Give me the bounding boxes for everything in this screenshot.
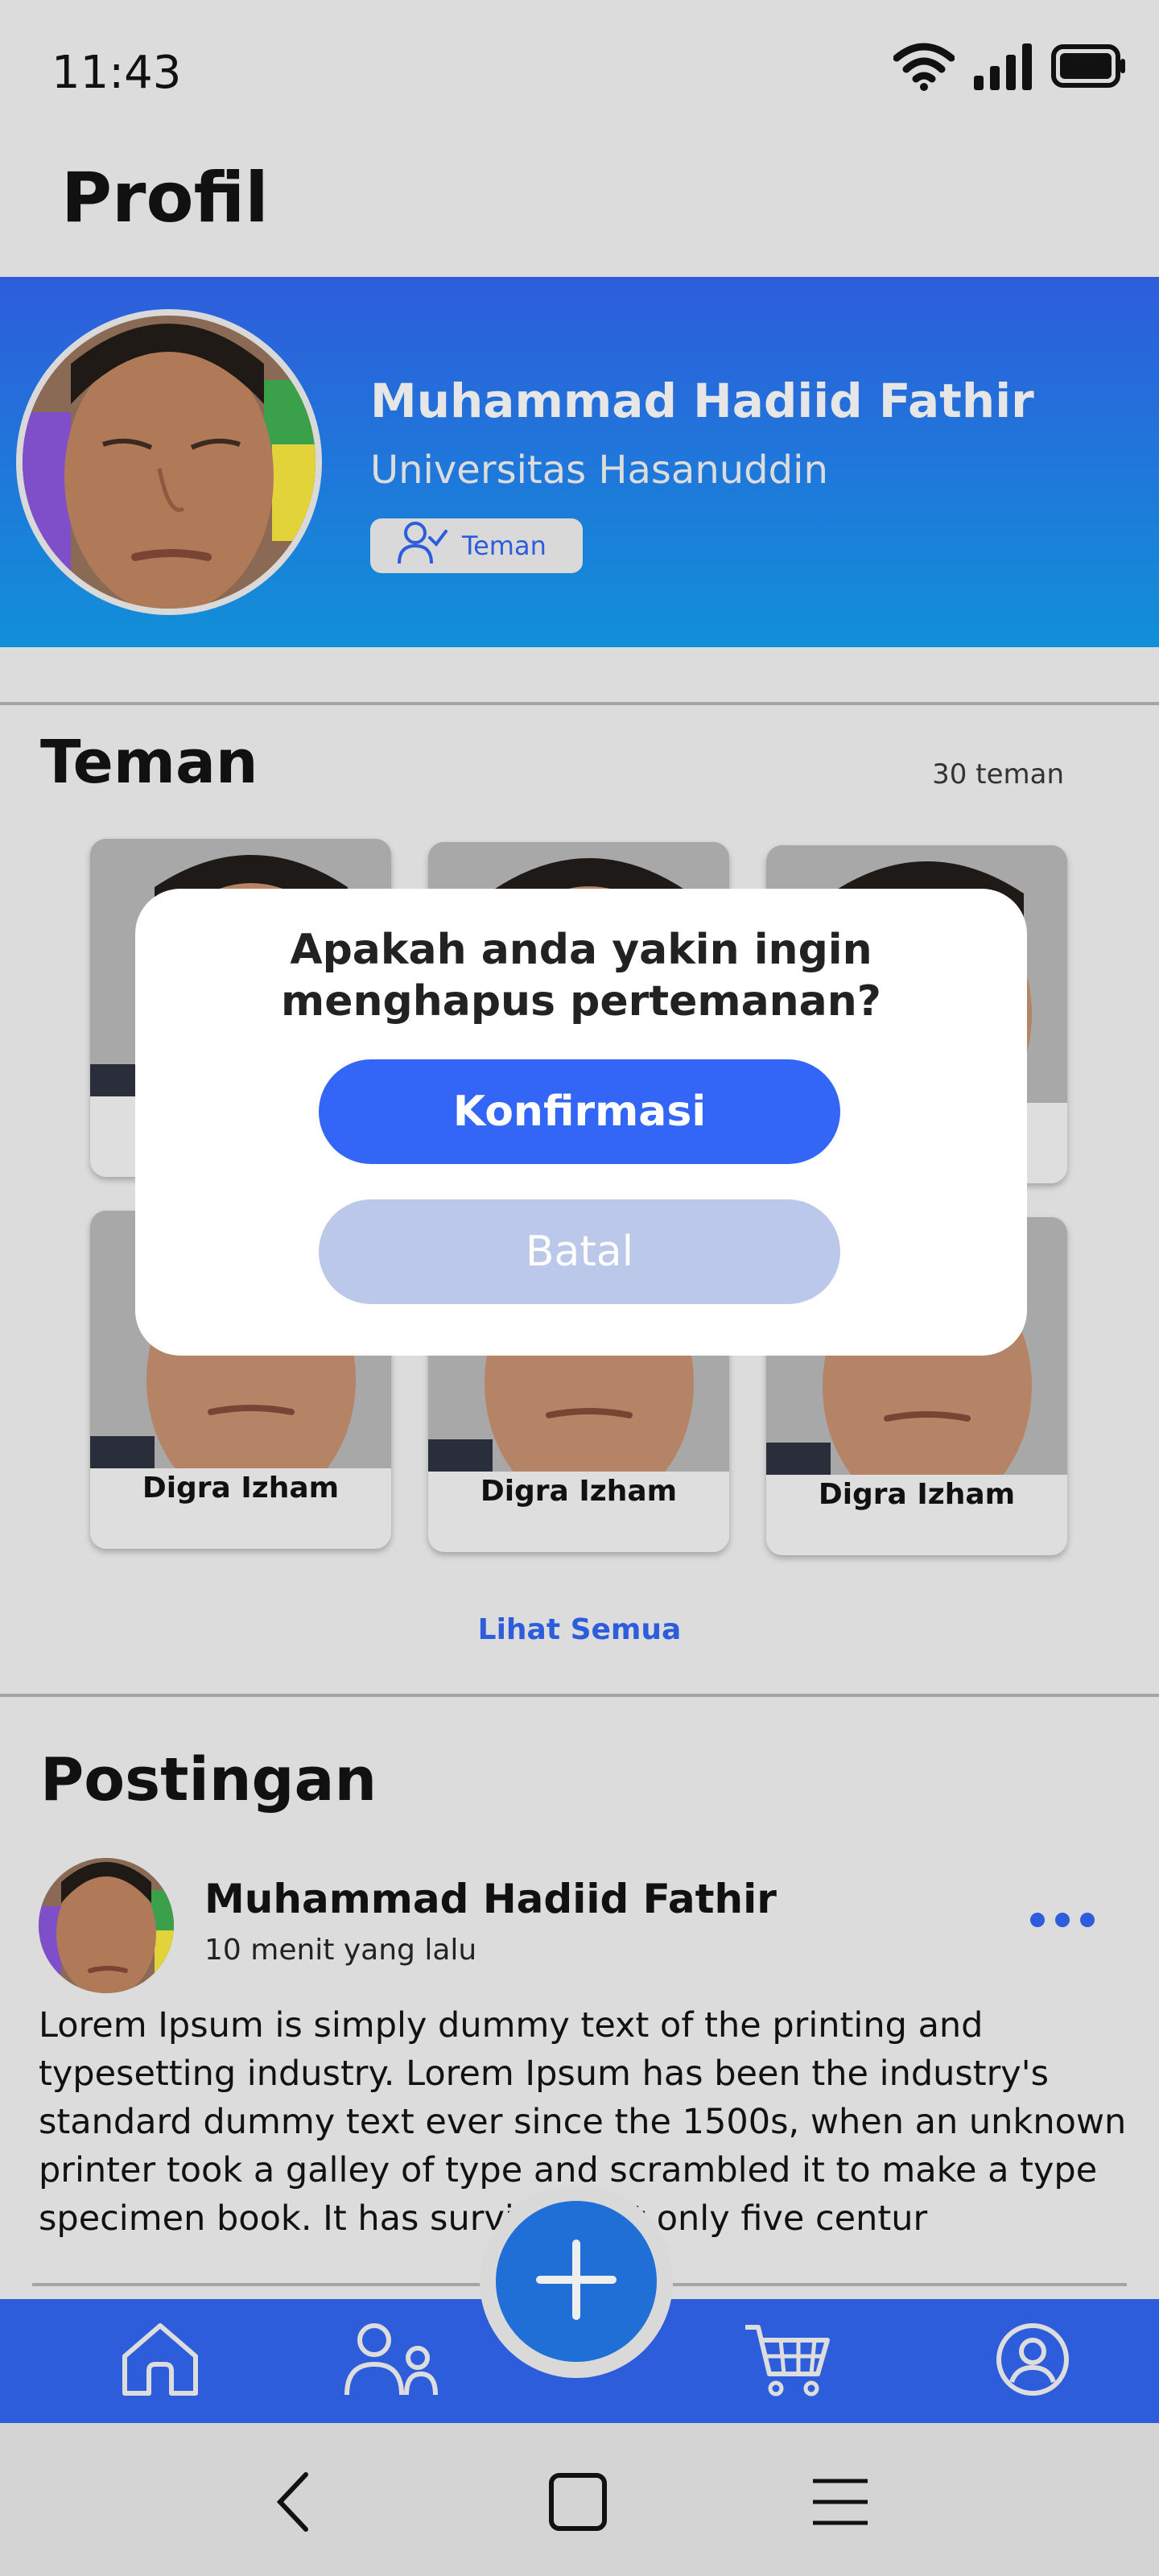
dialog-overlay: Apakah anda yakin ingin menghapus pertem… (0, 0, 1159, 2576)
cancel-button[interactable]: Batal (319, 1199, 840, 1304)
unfriend-confirm-dialog: Apakah anda yakin ingin menghapus pertem… (135, 889, 1027, 1356)
confirm-button[interactable]: Konfirmasi (319, 1059, 840, 1164)
dialog-message: Apakah anda yakin ingin menghapus pertem… (281, 926, 881, 1026)
